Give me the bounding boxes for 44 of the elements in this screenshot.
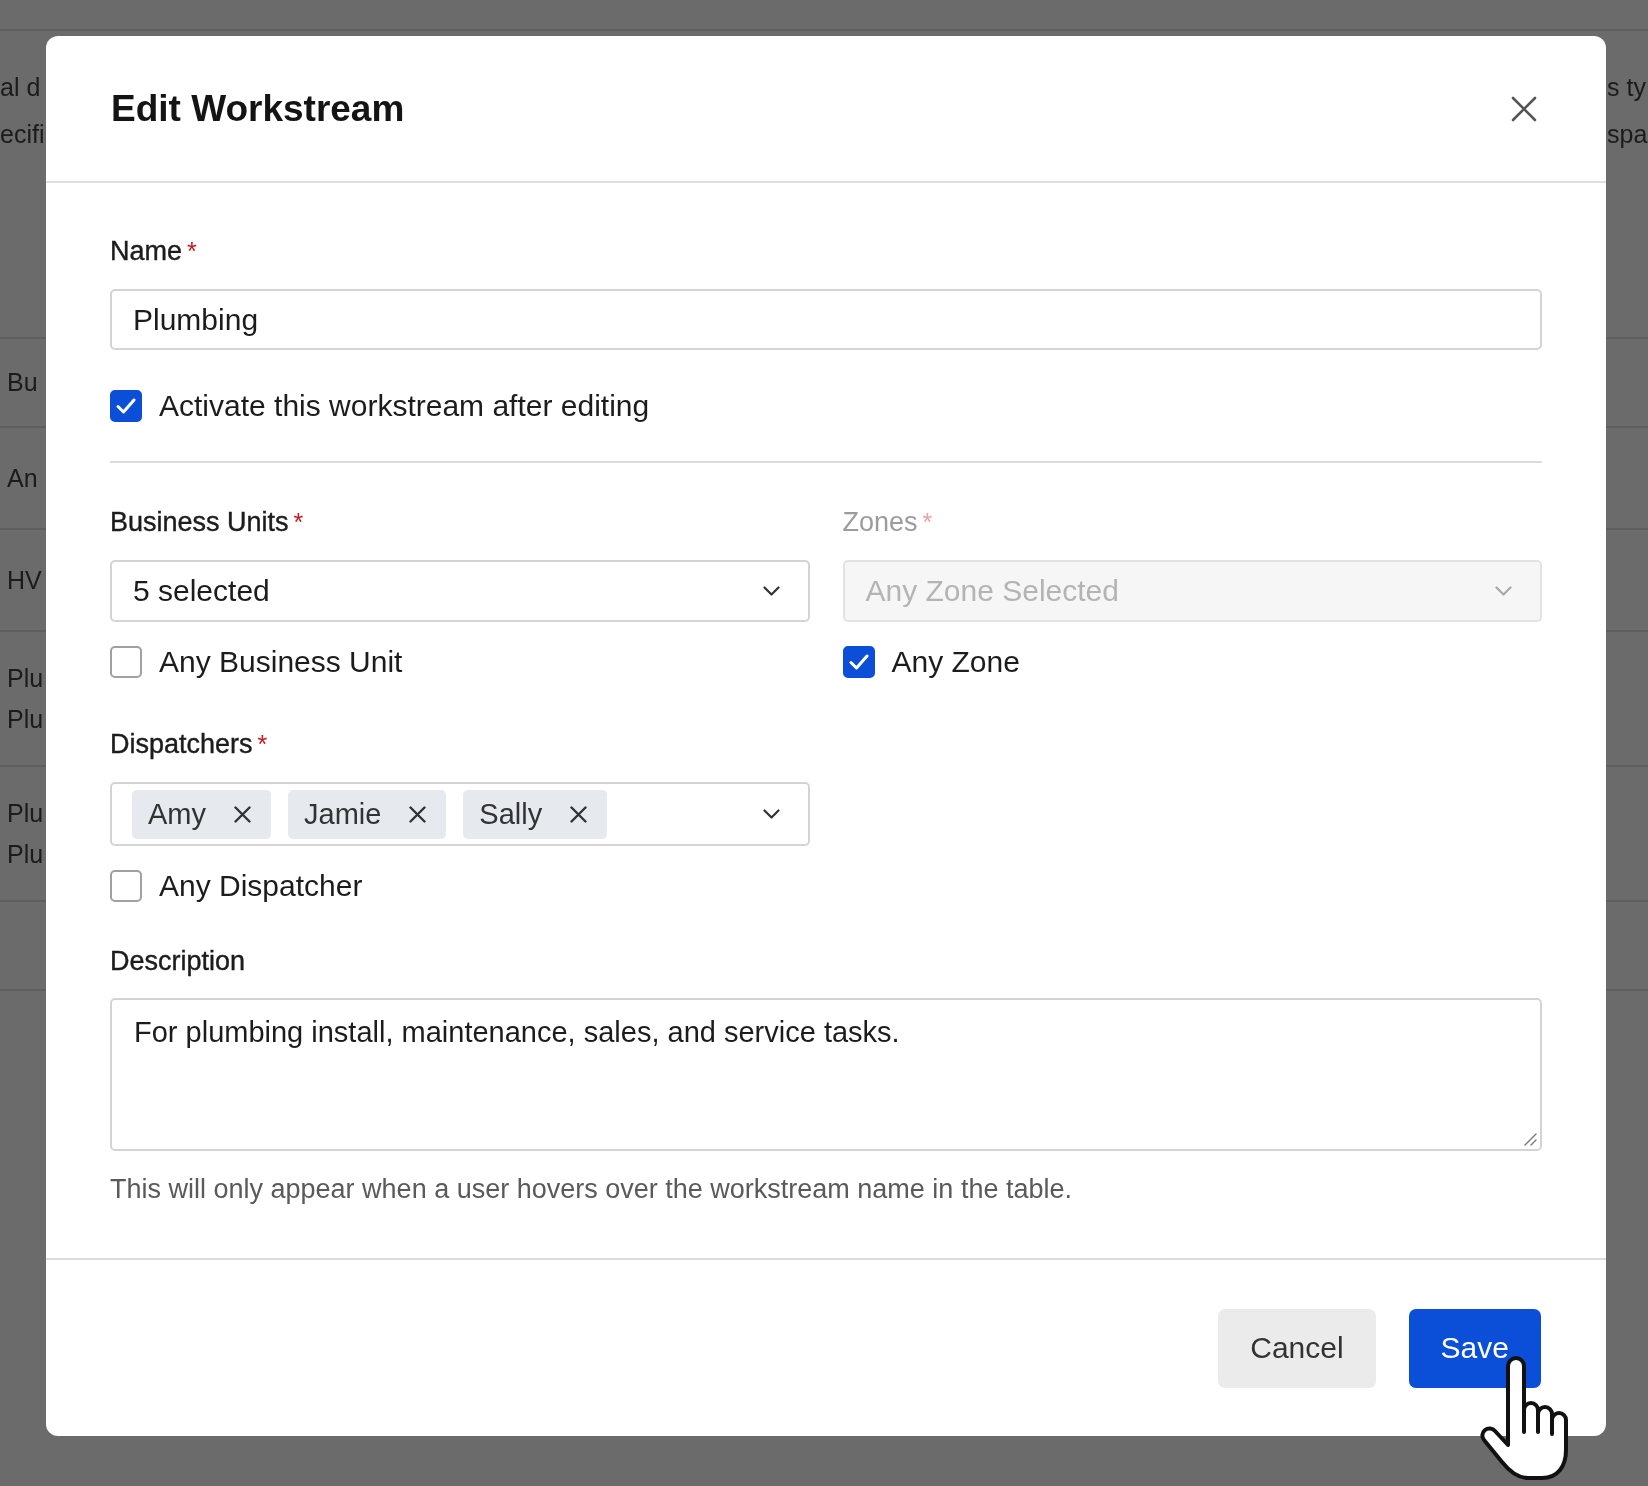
background-table-cell-text: Bu	[7, 367, 38, 398]
resize-grip-icon[interactable]	[1523, 1132, 1537, 1146]
check-icon	[116, 398, 136, 414]
checkbox[interactable]	[110, 390, 142, 422]
cancel-button[interactable]: Cancel	[1218, 1308, 1376, 1388]
select-field[interactable]: 5 selected	[110, 560, 810, 622]
background-table-cell-text: Plu	[7, 797, 44, 829]
checkbox-label: Any Zone	[891, 644, 1020, 680]
x-icon[interactable]	[409, 805, 427, 823]
background-table-cell-text: Plu	[7, 838, 44, 870]
field-label: Zones *	[842, 506, 933, 538]
help-text: This will only appear when a user hovers over the workstream name in the table.	[110, 1174, 1072, 1204]
background-table-cell-text: HV	[7, 564, 42, 596]
x-icon[interactable]	[570, 805, 588, 823]
background-text: spa	[1607, 119, 1648, 150]
dialog-title: Edit Workstream	[111, 86, 405, 131]
field-label: Name *	[110, 235, 197, 267]
background-table-cell-text: Plu	[7, 703, 44, 735]
chevron-down-icon	[762, 586, 780, 596]
background-text: s ty	[1607, 72, 1646, 103]
name-input[interactable]: Plumbing	[110, 289, 1542, 350]
multi-select-field[interactable]: Amy Jamie Sally	[110, 782, 810, 846]
field-label: Dispatchers *	[110, 728, 268, 760]
close-icon[interactable]	[1511, 95, 1537, 122]
checkbox-label: Any Dispatcher	[159, 868, 363, 904]
chevron-down-icon	[762, 809, 780, 819]
checkbox-label: Any Business Unit	[159, 644, 403, 680]
dispatcher-name: Jamie	[304, 797, 382, 831]
background-table-cell-text: An	[7, 462, 38, 494]
dispatcher-name: Amy	[148, 797, 206, 831]
chevron-down-icon	[1495, 586, 1512, 596]
background-table-cell-text: Plu	[7, 662, 44, 694]
background-text: al d	[0, 72, 41, 103]
background-text: ecifi	[0, 119, 45, 150]
x-icon[interactable]	[234, 805, 251, 823]
checkbox-label: Activate this workstream after editing	[159, 388, 650, 424]
save-button[interactable]: Save	[1408, 1308, 1541, 1388]
checkbox[interactable]	[110, 870, 142, 902]
description-field[interactable]: For plumbing install, maintenance, sales, and service tasks.	[110, 998, 1542, 1151]
field-label: Description	[110, 945, 246, 977]
field-label: Business Units *	[110, 506, 304, 538]
checkbox[interactable]	[110, 646, 142, 678]
check-icon	[848, 654, 869, 670]
dispatcher-name: Sally	[479, 797, 543, 831]
